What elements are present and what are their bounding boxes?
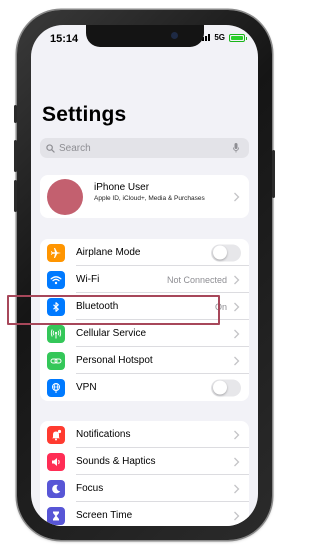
- row-notifications[interactable]: Notifications: [40, 421, 249, 448]
- hotspot-icon: [47, 351, 65, 370]
- page-title: Settings: [42, 103, 127, 126]
- row-cellular-service[interactable]: Cellular Service: [40, 320, 249, 347]
- screen-time-label: Screen Time: [76, 510, 133, 521]
- chevron-right-icon: [234, 192, 240, 201]
- row-vpn[interactable]: VPN: [40, 374, 249, 401]
- volume-up-button: [14, 140, 17, 172]
- row-sounds-haptics[interactable]: Sounds & Haptics: [40, 448, 249, 475]
- focus-label: Focus: [76, 483, 104, 494]
- profile-subtitle: Apple ID, iCloud+, Media & Purchases: [94, 195, 205, 202]
- chevron-right-icon: [234, 302, 240, 311]
- power-button: [272, 150, 275, 198]
- mute-switch: [14, 105, 17, 123]
- search-field[interactable]: Search: [40, 138, 249, 158]
- search-icon: [46, 143, 55, 153]
- airplane-icon: [47, 243, 65, 262]
- row-personal-hotspot[interactable]: Personal Hotspot: [40, 347, 249, 374]
- chevron-right-icon: [234, 430, 240, 439]
- notifications-icon: [47, 425, 65, 444]
- sounds-icon: [47, 452, 65, 471]
- chevron-right-icon: [234, 511, 240, 520]
- bluetooth-icon: [47, 297, 65, 316]
- wifi-icon: [47, 270, 65, 289]
- wifi-label: Wi-Fi: [76, 274, 100, 285]
- microphone-icon[interactable]: [233, 143, 239, 153]
- screen: 15:14 5G Settings Search iPhone User App…: [31, 25, 258, 526]
- avatar: [47, 179, 83, 215]
- notch: [85, 25, 204, 47]
- cellular-service-label: Cellular Service: [76, 328, 147, 339]
- phone-frame: 15:14 5G Settings Search iPhone User App…: [14, 10, 275, 540]
- connectivity-group: Airplane Mode Wi-Fi Not Connected Blueto…: [40, 239, 249, 401]
- chevron-right-icon: [234, 275, 240, 284]
- chevron-right-icon: [234, 356, 240, 365]
- wifi-status: Not Connected: [166, 274, 227, 285]
- battery-icon: [229, 33, 247, 42]
- notifications-label: Notifications: [76, 429, 131, 440]
- screen-time-icon: [47, 506, 65, 525]
- row-screen-time[interactable]: Screen Time: [40, 502, 249, 526]
- row-airplane-mode[interactable]: Airplane Mode: [40, 239, 249, 266]
- profile-name: iPhone User: [94, 182, 150, 193]
- bluetooth-label: Bluetooth: [76, 301, 119, 312]
- vpn-toggle[interactable]: [211, 379, 241, 396]
- cellular-icon: [47, 324, 65, 343]
- personal-hotspot-label: Personal Hotspot: [76, 355, 153, 366]
- sounds-haptics-label: Sounds & Haptics: [76, 456, 156, 467]
- chevron-right-icon: [234, 484, 240, 493]
- volume-down-button: [14, 180, 17, 212]
- chevron-right-icon: [234, 329, 240, 338]
- notifications-group: Notifications Sounds & Haptics Focus Scr…: [40, 421, 249, 526]
- chevron-right-icon: [234, 457, 240, 466]
- row-bluetooth[interactable]: Bluetooth On: [40, 293, 249, 320]
- row-focus[interactable]: Focus: [40, 475, 249, 502]
- search-placeholder: Search: [59, 142, 91, 154]
- profile-card[interactable]: iPhone User Apple ID, iCloud+, Media & P…: [40, 175, 249, 218]
- network-type: 5G: [214, 33, 225, 42]
- status-right: 5G: [199, 33, 247, 42]
- vpn-icon: [47, 378, 65, 397]
- bluetooth-status: On: [214, 301, 227, 312]
- status-time: 15:14: [50, 33, 79, 45]
- focus-icon: [47, 479, 65, 498]
- row-wifi[interactable]: Wi-Fi Not Connected: [40, 266, 249, 293]
- airplane-mode-toggle[interactable]: [211, 244, 241, 261]
